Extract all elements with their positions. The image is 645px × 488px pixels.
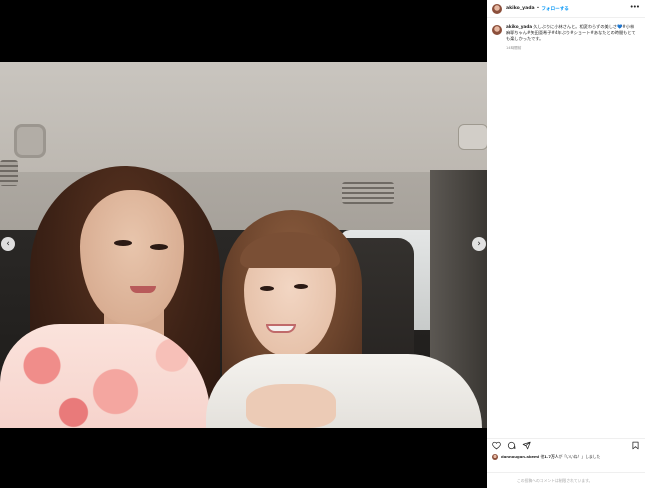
comment-bar: この投稿へのコメントは制限されています。	[487, 472, 645, 488]
car-vent-left	[0, 160, 18, 186]
person-left-mouth	[130, 286, 156, 293]
caption-username[interactable]: akiko_yada	[506, 24, 532, 29]
post-sidebar: akiko_yada • フォローする ••• akiko_yada 久しぶりに…	[487, 0, 645, 488]
person-left-eye	[150, 244, 168, 250]
caption-body: akiko_yada 久しぶりに小林さんと。相変わらずの美しさ💙#小林麻耶ちゃん…	[506, 24, 636, 51]
likes-line: dannougan.akemi 他1.7万人が「いいね！」しました	[492, 454, 600, 460]
chevron-left-icon[interactable]: ‹	[1, 237, 15, 251]
car-dome-light	[458, 124, 487, 150]
car-grab-handle	[14, 124, 46, 158]
caption-timestamp: 14時間前	[506, 45, 522, 50]
person-right-hands	[246, 384, 336, 428]
separator-dot: •	[536, 6, 540, 11]
car-vent-right	[342, 182, 394, 204]
likes-suffix: が「いいね！」しました	[558, 454, 601, 459]
post-viewer: ‹ › akiko_yada • フォローする ••• akiko_yada 久…	[0, 0, 645, 488]
chevron-right-icon[interactable]: ›	[472, 237, 486, 251]
post-photo[interactable]	[0, 62, 487, 428]
person-right-eye	[294, 284, 308, 289]
liked-by-user[interactable]: dannougan.akemi	[501, 454, 539, 459]
heart-icon[interactable]	[492, 441, 501, 450]
comments-disabled-note: この投稿へのコメントは制限されています。	[517, 477, 593, 483]
caption-text: akiko_yada 久しぶりに小林さんと。相変わらずの美しさ💙#小林麻耶ちゃん…	[506, 24, 636, 43]
follow-button[interactable]: フォローする	[541, 6, 569, 12]
person-left-eye	[114, 240, 132, 246]
person-right-eye	[260, 286, 274, 291]
avatar[interactable]	[492, 25, 502, 35]
car-headliner	[0, 62, 487, 172]
likes-count[interactable]: 1.7万人	[544, 454, 558, 459]
username-link[interactable]: akiko_yada	[506, 6, 535, 11]
caption: akiko_yada 久しぶりに小林さんと。相変わらずの美しさ💙#小林麻耶ちゃん…	[492, 24, 640, 51]
avatar[interactable]	[492, 454, 498, 460]
comment-icon[interactable]	[507, 441, 516, 450]
avatar[interactable]	[492, 3, 502, 14]
person-right-smile	[266, 324, 296, 333]
person-left-face	[80, 190, 184, 324]
likes-text: dannougan.akemi 他1.7万人が「いいね！」しました	[501, 454, 600, 460]
action-bar	[487, 438, 645, 452]
share-icon[interactable]	[522, 441, 531, 450]
post-header: akiko_yada • フォローする •••	[487, 0, 645, 18]
more-options-icon[interactable]: •••	[630, 3, 640, 11]
bookmark-icon[interactable]	[631, 441, 640, 450]
